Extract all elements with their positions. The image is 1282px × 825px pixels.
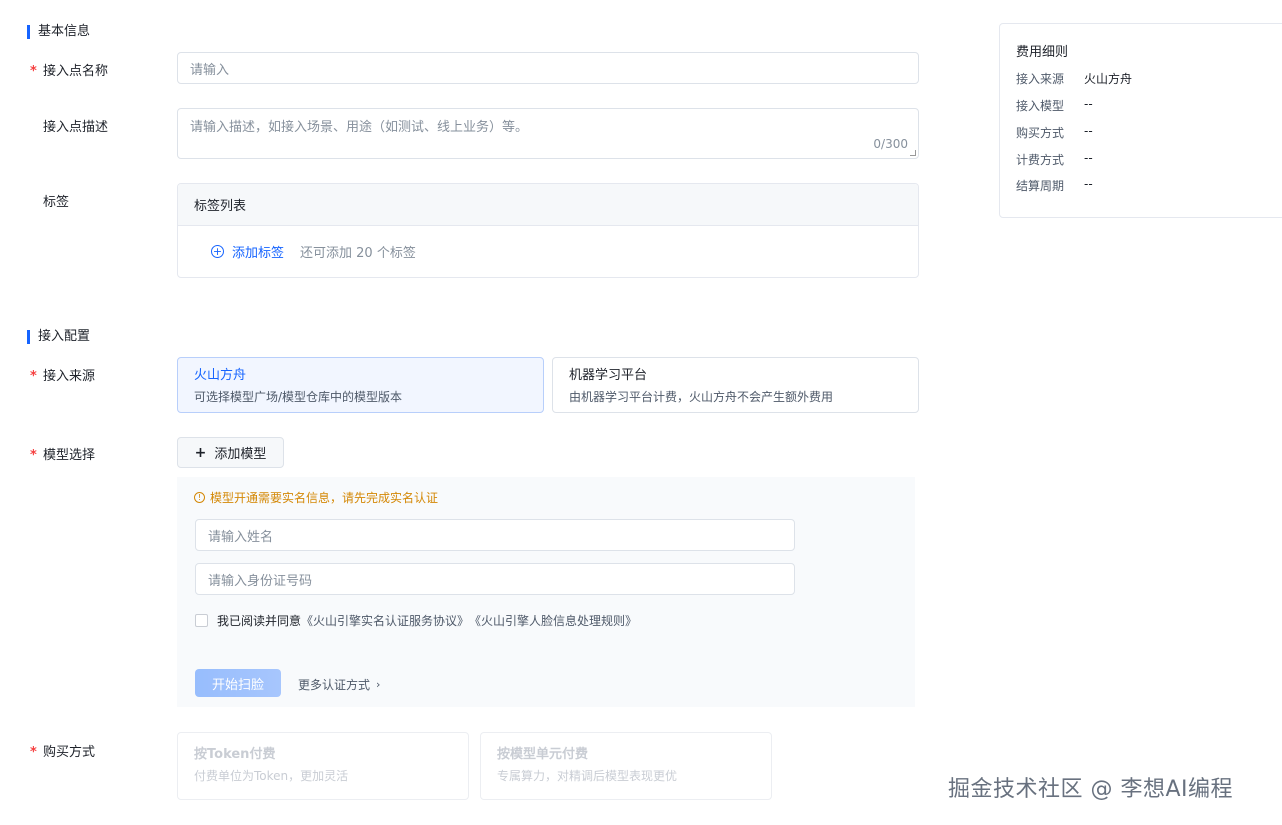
resize-handle[interactable] (910, 150, 916, 156)
field-label-desc: 接入点描述 (43, 120, 109, 135)
required-mark: * (30, 64, 37, 79)
field-label-source: * 接入来源 (30, 369, 96, 384)
real-name-input[interactable]: 请输入姓名 (195, 519, 795, 551)
add-tag-button[interactable]: + 添加标签 (211, 242, 284, 261)
field-label-model: * 模型选择 (30, 448, 96, 463)
fee-details-title: 费用细则 (1016, 45, 1069, 60)
name-input[interactable]: 请输入 (177, 52, 919, 84)
fee-row: 结算周期 -- (1016, 177, 1093, 193)
auth-agreement-link[interactable]: 《火山引擎实名认证服务协议》 (301, 612, 469, 629)
field-label-tags: 标签 (43, 195, 70, 210)
chevron-right-icon: › (376, 678, 381, 691)
source-option-ark[interactable]: 火山方舟 可选择模型广场/模型仓库中的模型版本 (177, 357, 544, 413)
plus-icon: + (194, 444, 207, 461)
fee-row: 计费方式 -- (1016, 151, 1093, 167)
section-title-config: 接入配置 (27, 330, 90, 344)
tag-remaining-hint: 还可添加 20 个标签 (300, 246, 416, 261)
char-count: 0/300 (873, 137, 908, 151)
tag-list-panel: 标签列表 + 添加标签 还可添加 20 个标签 (177, 183, 919, 278)
add-model-button[interactable]: + 添加模型 (177, 437, 284, 468)
fee-row: 购买方式 -- (1016, 124, 1093, 140)
real-name-verify-panel: ! 模型开通需要实名信息，请先完成实名认证 请输入姓名 请输入身份证号码 我已阅… (177, 477, 915, 707)
id-number-input[interactable]: 请输入身份证号码 (195, 563, 795, 595)
fee-details-panel: 费用细则 接入来源 火山方舟 接入模型 -- 购买方式 -- 计费方式 -- 结算周期 -… (999, 23, 1282, 218)
desc-textarea[interactable]: 请输入描述，如接入场景、用途（如测试、线上业务）等。 0/300 (177, 108, 919, 159)
section-title-basic: 基本信息 (27, 25, 90, 39)
more-auth-methods-link[interactable]: 更多认证方式 › (298, 676, 380, 693)
source-option-ml-platform[interactable]: 机器学习平台 由机器学习平台计费，火山方舟不会产生额外费用 (552, 357, 919, 413)
fee-row: 接入模型 -- (1016, 97, 1093, 113)
tag-list-header: 标签列表 (178, 184, 918, 226)
watermark-text: 掘金技术社区 @ 李想AI编程 (948, 777, 1234, 802)
start-face-scan-button[interactable]: 开始扫脸 (195, 669, 281, 697)
agreement-row: 我已阅读并同意 《火山引擎实名认证服务协议》 《火山引擎人脸信息处理规则》 (195, 612, 637, 629)
plus-circle-icon: + (211, 245, 224, 258)
purchase-option-token[interactable]: 按Token付费 付费单位为Token，更加灵活 (177, 732, 469, 800)
verify-warning: ! 模型开通需要实名信息，请先完成实名认证 (194, 489, 438, 506)
agreement-checkbox[interactable] (195, 614, 208, 627)
purchase-option-model-unit[interactable]: 按模型单元付费 专属算力，对精调后模型表现更优 (480, 732, 772, 800)
field-label-purchase: * 购买方式 (30, 745, 96, 760)
field-label-name: * 接入点名称 (30, 64, 109, 79)
warning-icon: ! (194, 492, 205, 503)
fee-row: 接入来源 火山方舟 (1016, 72, 1133, 86)
face-rules-link[interactable]: 《火山引擎人脸信息处理规则》 (469, 612, 637, 629)
